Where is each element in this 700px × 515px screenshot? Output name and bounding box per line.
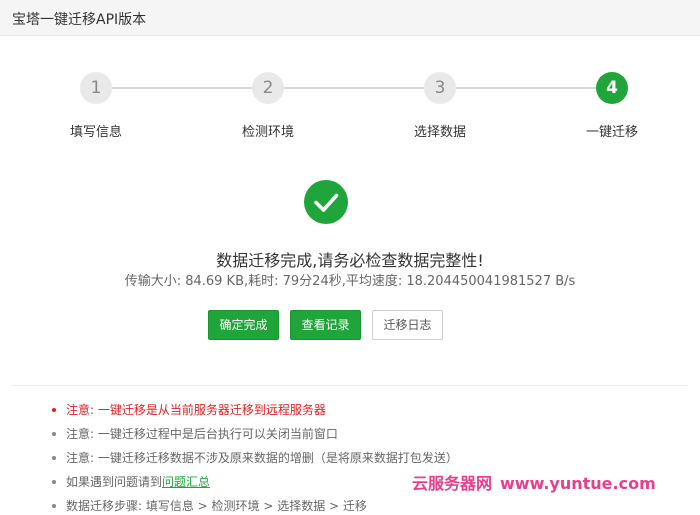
- transfer-stats: 传输大小: 84.69 KB,耗时: 79分24秒,平均速度: 18.20445…: [124, 274, 576, 289]
- faq-link[interactable]: 问题汇总: [162, 475, 210, 489]
- bullet-icon: [52, 432, 56, 436]
- step-2: 2 检测环境: [213, 68, 323, 140]
- watermark-text: 云服务器网: [412, 474, 493, 493]
- note-text: 注意: 一键迁移是从当前服务器迁移到远程服务器: [66, 403, 326, 417]
- bullet-icon: [52, 456, 56, 460]
- step-number: 1: [80, 72, 112, 104]
- step-label: 填写信息: [69, 125, 122, 140]
- note-text: 注意: 一键迁移过程中是后台执行可以关闭当前窗口: [66, 427, 338, 441]
- list-item: 数据迁移步骤: 填写信息 > 检测环境 > 选择数据 > 迁移: [52, 494, 692, 515]
- note-text: 如果遇到问题请到: [66, 475, 163, 489]
- migration-log-button[interactable]: 迁移日志: [372, 310, 443, 340]
- result-title: 数据迁移完成,请务必检查数据完整性!: [216, 251, 484, 270]
- bullet-icon: [52, 504, 56, 508]
- window-title: 宝塔一键迁移API版本: [12, 12, 147, 28]
- step-number: 2: [252, 72, 284, 104]
- watermark: 云服务器网 www.yuntue.com: [412, 470, 656, 494]
- section-divider: [12, 385, 688, 386]
- step-label: 检测环境: [241, 125, 294, 140]
- list-item: 注意: 一键迁移是从当前服务器迁移到远程服务器: [52, 398, 692, 422]
- bullet-icon: [52, 408, 56, 412]
- success-check-icon: [304, 180, 348, 224]
- note-text: 数据迁移步骤: 填写信息 > 检测环境 > 选择数据 > 迁移: [66, 499, 367, 513]
- watermark-url: www.yuntue.com: [500, 474, 656, 493]
- step-number: 4: [596, 72, 628, 104]
- step-indicator: 1 填写信息 2 检测环境 3 选择数据 4 一键迁移: [0, 68, 700, 140]
- confirm-complete-button[interactable]: 确定完成: [208, 310, 279, 340]
- step-number: 3: [424, 72, 456, 104]
- note-text: 注意: 一键迁移迁移数据不涉及原来数据的增删（是将原来数据打包发送）: [66, 451, 458, 465]
- list-item: 注意: 一键迁移迁移数据不涉及原来数据的增删（是将原来数据打包发送）: [52, 446, 692, 470]
- notes-list: 注意: 一键迁移是从当前服务器迁移到远程服务器 注意: 一键迁移过程中是后台执行…: [52, 398, 692, 515]
- bullet-icon: [52, 480, 56, 484]
- step-3: 3 选择数据: [385, 68, 495, 140]
- step-1: 1 填写信息: [41, 68, 151, 140]
- view-records-button[interactable]: 查看记录: [290, 310, 361, 340]
- list-item: 注意: 一键迁移过程中是后台执行可以关闭当前窗口: [52, 422, 692, 446]
- step-label: 一键迁移: [585, 125, 638, 140]
- step-4: 4 一键迁移: [557, 68, 667, 140]
- step-label: 选择数据: [413, 125, 466, 140]
- window-titlebar: 宝塔一键迁移API版本: [0, 0, 700, 36]
